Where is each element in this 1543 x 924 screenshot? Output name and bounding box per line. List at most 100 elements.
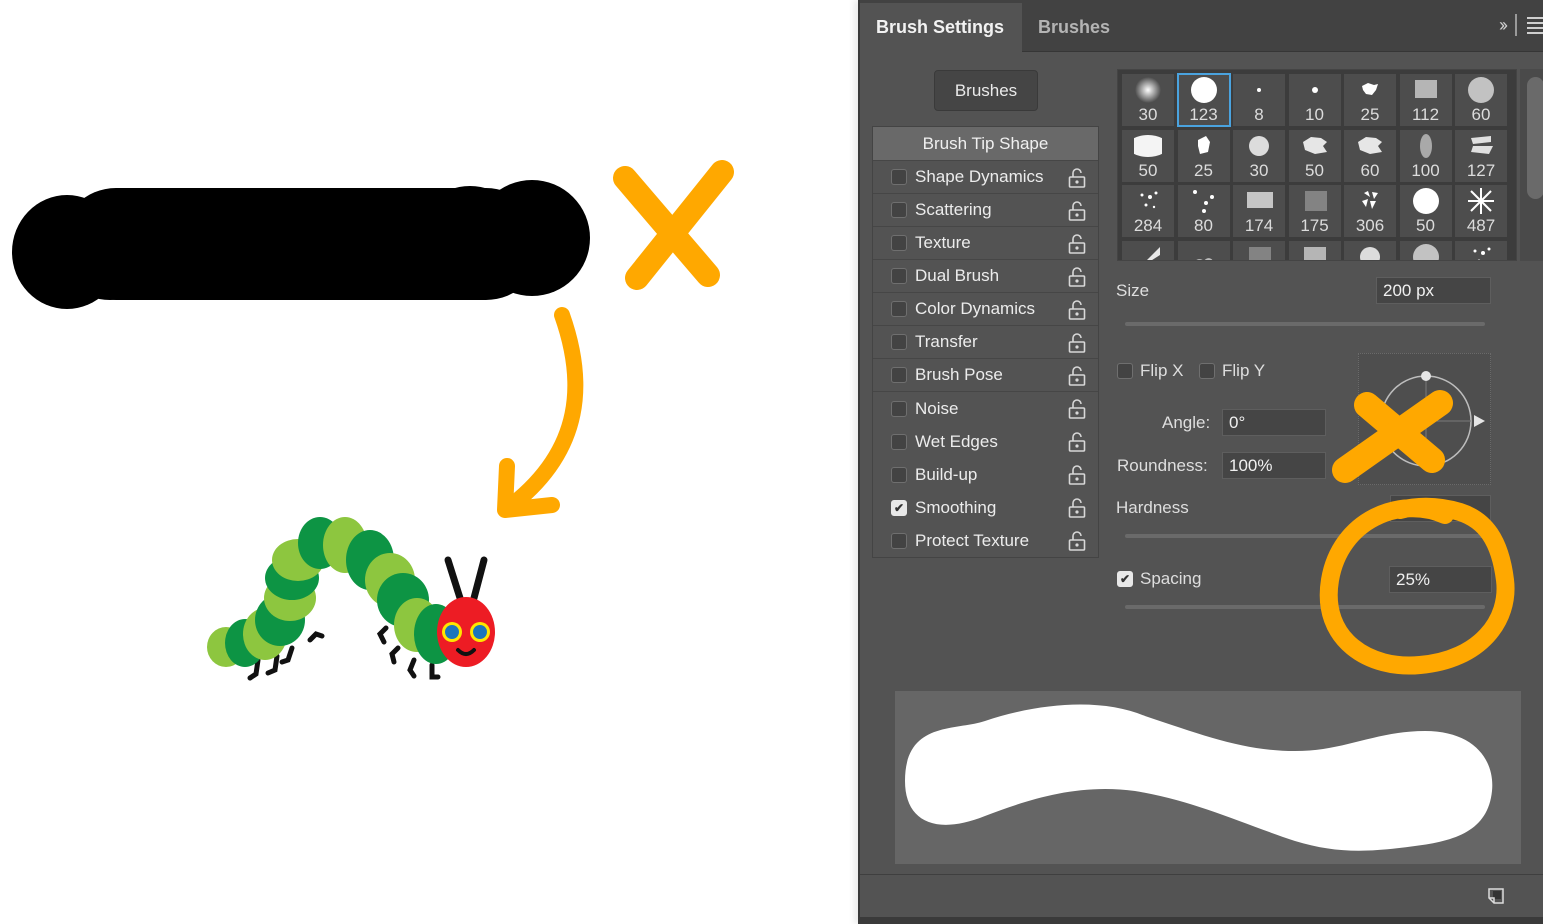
brush-preset-spatter-dots[interactable]: 284 [1122,185,1174,237]
brush-preset-hard-round[interactable]: 123 [1176,73,1231,127]
create-new-brush-icon[interactable] [1487,887,1505,905]
brush-preset-grain[interactable] [1233,240,1285,260]
brush-preset-oval-gray[interactable]: 100 [1399,129,1452,182]
brush-tip-thumbnail-icon [1455,243,1507,260]
brush-preset-leaves[interactable]: 306 [1344,185,1396,237]
brush-preset-scattered-dots[interactable]: 80 [1177,185,1230,237]
unlock-icon[interactable] [1068,497,1086,519]
unlock-icon[interactable] [1068,398,1086,420]
spacing-label: Spacing [1140,569,1202,588]
flip-x-checkbox[interactable] [1117,363,1133,379]
option-checkbox[interactable] [891,433,907,450]
brush-preset-fan[interactable] [1122,240,1174,260]
tab-brushes[interactable]: Brushes [1022,3,1126,52]
brush-option-dual-brush[interactable]: Dual Brush [873,260,1098,293]
option-checkbox[interactable] [891,334,907,350]
unlock-icon[interactable] [1068,332,1086,354]
roundness-field[interactable]: 100% [1222,452,1326,479]
option-checkbox[interactable] [891,532,907,549]
brush-tip-shape-item[interactable]: Brush Tip Shape [873,127,1098,161]
spacing-checkbox[interactable]: ✔ [1117,571,1133,587]
brush-preset-size: 487 [1466,216,1496,235]
brushes-button[interactable]: Brushes [934,70,1038,111]
brush-preset-soft-round[interactable]: 30 [1122,74,1174,126]
brush-preset-hard-round[interactable]: 50 [1399,185,1452,237]
option-checkbox[interactable] [891,169,907,185]
brush-preset-texture-rect[interactable]: 112 [1399,74,1452,126]
spacing-slider-track[interactable] [1125,605,1485,609]
unlock-icon[interactable] [1068,233,1086,255]
option-checkbox[interactable] [891,367,907,383]
brush-preset-small-dot[interactable]: 10 [1288,74,1341,126]
brush-option-scattering[interactable]: Scattering [873,194,1098,227]
brush-option-shape-dynamics[interactable]: Shape Dynamics [873,161,1098,194]
brush-option-protect-texture[interactable]: Protect Texture [873,524,1098,557]
brush-option-transfer[interactable]: Transfer [873,326,1098,359]
size-slider-track[interactable] [1125,322,1485,326]
option-checkbox[interactable]: ✔ [891,499,907,516]
brush-preset-size: 10 [1305,105,1324,124]
brush-preset-size: 112 [1411,105,1440,124]
option-checkbox[interactable] [891,466,907,483]
option-checkbox[interactable] [891,235,907,251]
tab-brush-settings[interactable]: Brush Settings [860,3,1022,52]
brush-tip-thumbnail-icon [1289,132,1341,160]
option-checkbox[interactable] [891,301,907,317]
brush-preset-speckle-round[interactable]: 60 [1455,74,1507,126]
caterpillar-illustration [207,517,495,681]
option-checkbox[interactable] [891,400,907,417]
unlock-icon[interactable] [1068,365,1086,387]
brush-preset-speckle-round[interactable] [1399,240,1452,260]
spacing-field[interactable]: 25% [1389,566,1492,593]
option-label: Smoothing [915,497,997,517]
angle-field[interactable]: 0° [1222,409,1326,436]
option-checkbox[interactable] [891,268,907,284]
brush-preset-dry-brush[interactable]: 127 [1455,129,1507,182]
unlock-icon[interactable] [1068,299,1086,321]
brush-preset-cloud[interactable] [1177,240,1230,260]
angle-roundness-widget[interactable] [1358,353,1491,485]
size-field[interactable]: 200 px [1376,277,1491,304]
brush-option-brush-pose[interactable]: Brush Pose [873,359,1098,392]
roundness-handle[interactable] [1421,371,1431,381]
double-chevron-right-icon[interactable]: ›› [1499,15,1508,36]
brush-tip-thumbnail-icon [1400,243,1452,260]
brush-preset-soft-oval[interactable]: 50 [1122,129,1174,182]
brush-preset-texture-rect[interactable] [1288,240,1341,260]
brush-option-smoothing[interactable]: ✔ Smoothing [873,491,1098,524]
unlock-icon[interactable] [1068,167,1086,189]
brush-preset-size: 175 [1300,216,1329,235]
brush-preset-spatter-dots[interactable] [1455,240,1507,260]
brush-preset-grain[interactable]: 175 [1288,185,1341,237]
hardness-field[interactable]: 100% [1390,495,1491,522]
brush-preset-chalk[interactable]: 50 [1288,129,1341,182]
brush-option-build-up[interactable]: Build-up [873,458,1098,491]
brush-preset-blob[interactable]: 25 [1177,129,1230,182]
presets-scrollbar-thumb[interactable] [1527,77,1543,199]
brush-preset-fuzzy[interactable] [1344,240,1396,260]
brush-option-wet-edges[interactable]: Wet Edges [873,425,1098,458]
brush-option-noise[interactable]: Noise [873,392,1098,425]
unlock-icon[interactable] [1068,266,1086,288]
unlock-icon[interactable] [1068,464,1086,486]
unlock-icon[interactable] [1068,530,1086,552]
brush-preset-tiny-dot[interactable]: 8 [1233,74,1285,126]
presets-scrollbar[interactable] [1520,69,1543,261]
brush-preset-size: 306 [1355,216,1385,235]
brush-preset-splatter[interactable]: 25 [1344,74,1396,126]
unlock-icon[interactable] [1068,431,1086,453]
brush-preset-chalk[interactable]: 60 [1344,129,1396,182]
brush-tip-thumbnail-icon [1122,76,1174,104]
brush-tip-thumbnail-icon [1344,243,1396,260]
flip-y-checkbox[interactable] [1199,363,1215,379]
hardness-slider-track[interactable] [1125,534,1485,538]
unlock-icon[interactable] [1068,200,1086,222]
option-checkbox[interactable] [891,202,907,218]
brush-option-texture[interactable]: Texture [873,227,1098,260]
brush-option-color-dynamics[interactable]: Color Dynamics [873,293,1098,326]
hamburger-menu-icon[interactable] [1527,16,1543,34]
angle-arrow-handle[interactable] [1474,415,1485,427]
brush-preset-star-burst[interactable]: 487 [1455,185,1507,237]
brush-preset-rough-stroke[interactable]: 174 [1233,185,1285,237]
brush-preset-fuzzy[interactable]: 30 [1233,129,1285,182]
